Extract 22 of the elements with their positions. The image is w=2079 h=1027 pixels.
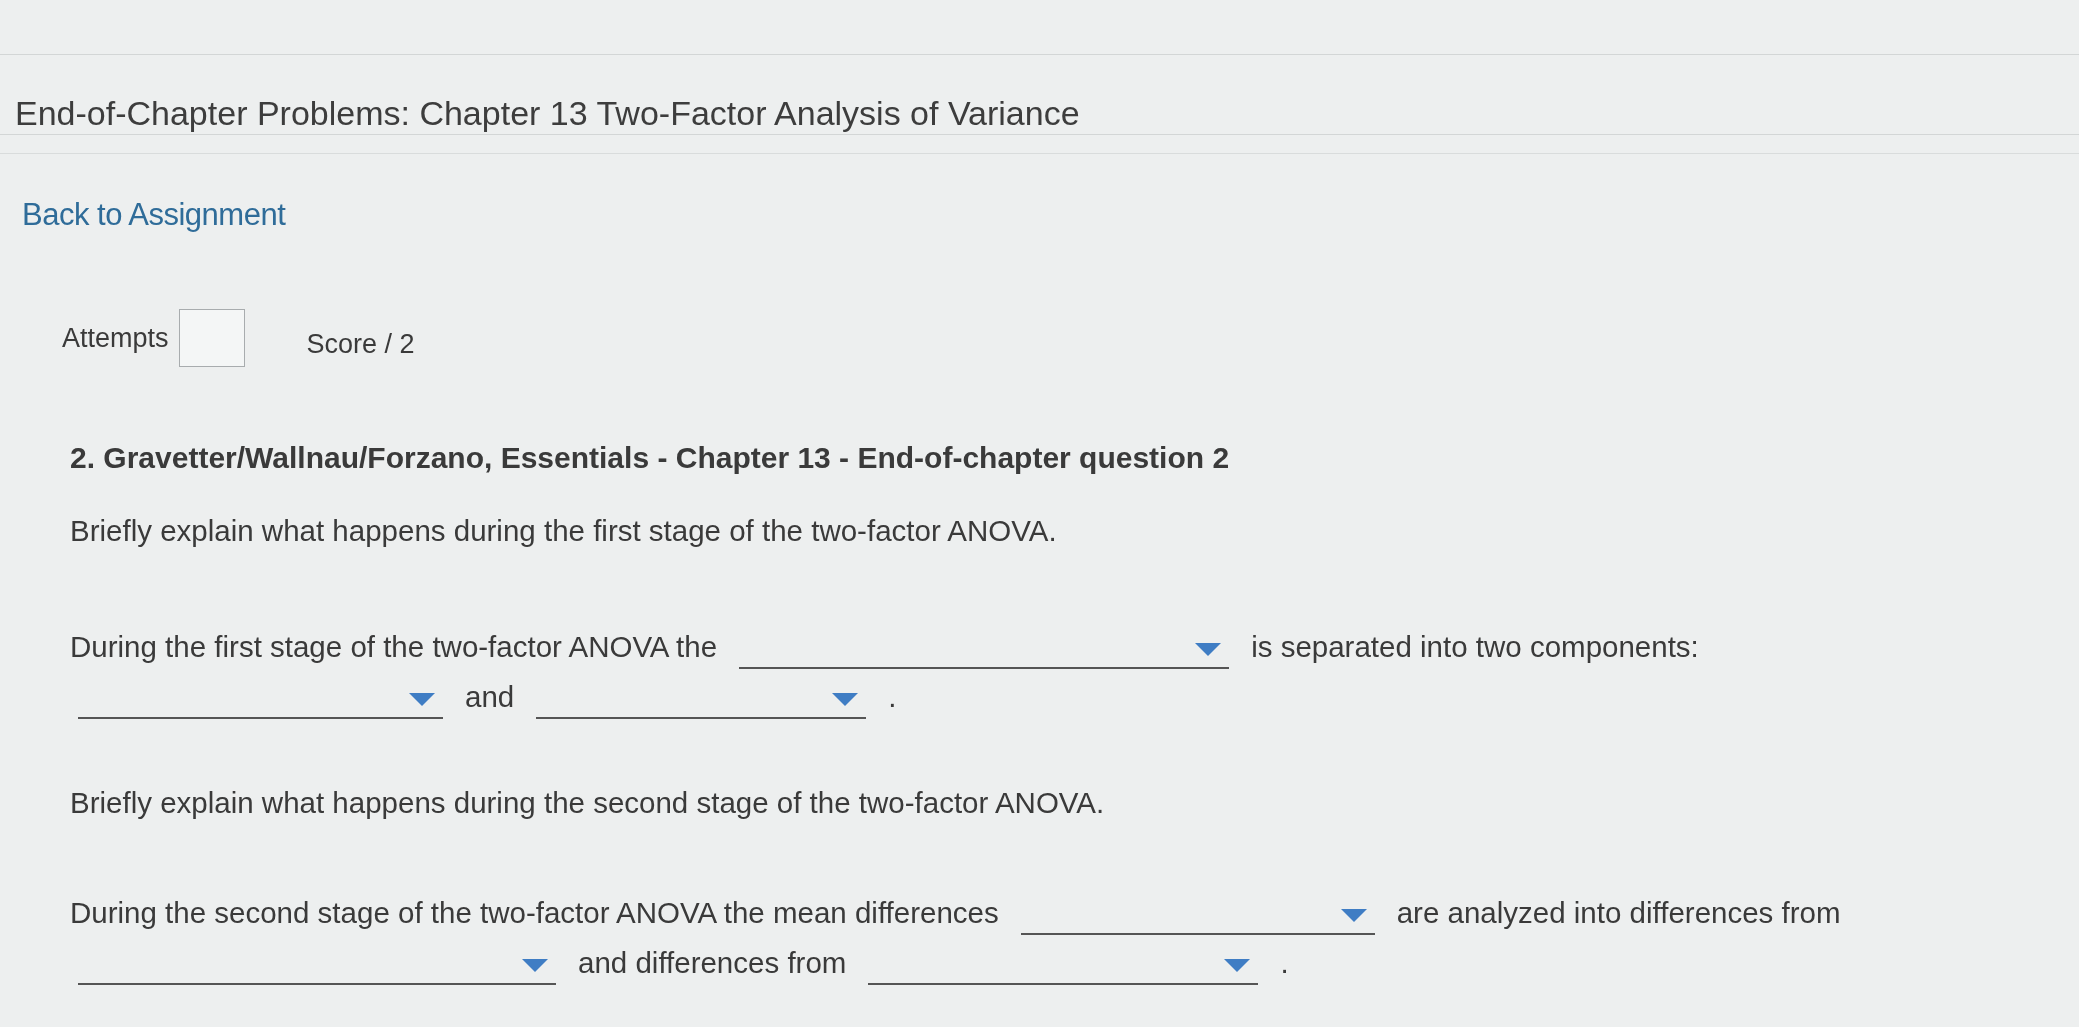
sentence-text: During the second stage of the two-factor ANOVA the mean differences xyxy=(70,895,999,931)
caret-icon xyxy=(409,692,435,706)
question-heading: 2. Gravetter/Wallnau/Forzano, Essentials - Chapter 13 - End-of-chapter question 2 xyxy=(70,440,1230,476)
page-title: End-of-Chapter Problems: Chapter 13 Two-Factor Analysis of Variance xyxy=(15,93,1080,134)
caret-icon xyxy=(1224,958,1251,972)
sentence-text: . xyxy=(1280,945,1289,981)
sentence-text: During the first stage of the two-factor ANOVA the xyxy=(70,629,718,665)
sentence-text: and xyxy=(465,679,515,715)
attempts-label: Attempts xyxy=(62,322,169,355)
question-prompt: Briefly explain what happens during the first stage of the two-factor ANOVA. xyxy=(70,513,1057,549)
sentence-text: and differences from xyxy=(578,945,847,981)
caret-icon xyxy=(1340,908,1367,922)
back-to-assignment-link[interactable]: Back to Assignment xyxy=(22,197,286,232)
caret-icon xyxy=(1195,642,1222,656)
sentence-text: . xyxy=(888,679,897,715)
attempts-field xyxy=(178,309,245,367)
score-label: Score / 2 xyxy=(306,328,415,361)
caret-icon xyxy=(832,692,859,706)
sentence-text: are analyzed into differences from xyxy=(1396,895,1841,931)
question-prompt: Briefly explain what happens during the second stage of the two-factor ANOVA. xyxy=(70,785,1105,821)
caret-icon xyxy=(522,958,548,972)
sentence-text: is separated into two components: xyxy=(1251,629,1699,665)
